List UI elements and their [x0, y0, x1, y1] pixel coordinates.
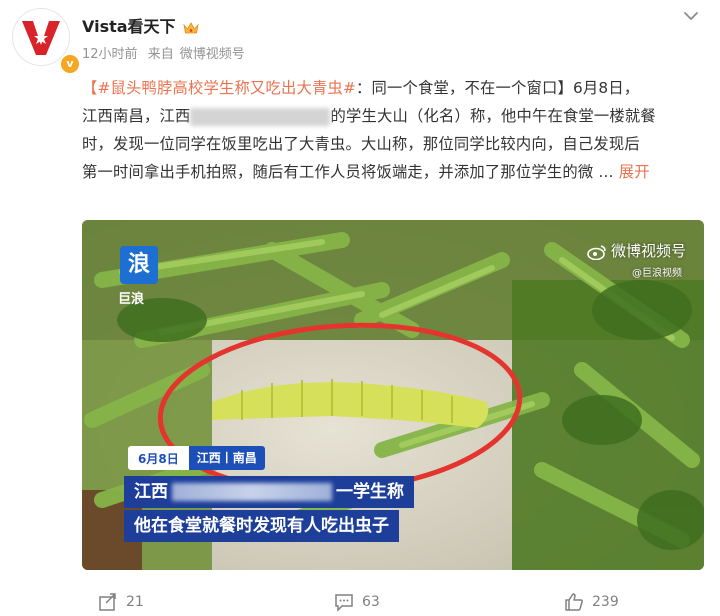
post-line-2: 江西南昌，江西 的学生大山（化名）称，他中午在食堂一楼就餐: [82, 102, 702, 130]
date-location-tag: 6月8日 江西丨南昌: [128, 446, 265, 470]
comment-icon: [335, 594, 353, 612]
share-button[interactable]: 21: [98, 592, 144, 612]
topic-link[interactable]: 【#鼠头鸭脖高校学生称又吃出大青虫#: [82, 79, 356, 97]
avatar[interactable]: v: [12, 8, 81, 75]
logo-char: 浪: [127, 252, 150, 277]
video-caption-1: 江西 一学生称: [124, 476, 414, 508]
video-player[interactable]: 浪 巨浪 微博视频号 @巨浪视频 6月8日 江西丨南昌 江西 一学生称 他在食堂就…: [82, 220, 704, 570]
post-line-2-start: 江西南昌，江西: [82, 107, 191, 125]
post-meta: 12小时前 来自 微博视频号: [82, 43, 251, 62]
post-line-2-end: 的学生大山（化名）称，他中午在食堂一楼就餐: [330, 107, 656, 125]
source-prefix: 来自: [147, 47, 174, 62]
post-source[interactable]: 微博视频号: [180, 47, 245, 62]
username-text[interactable]: Vista看天下: [82, 17, 176, 36]
caption-1-end: 一学生称: [336, 482, 404, 502]
like-button[interactable]: 239: [564, 592, 619, 612]
username[interactable]: Vista看天下: [82, 13, 199, 37]
post-line-1: 【#鼠头鸭脖高校学生称又吃出大青虫#：同一个食堂，不在一个窗口】6月8日，: [82, 74, 702, 102]
post-time: 12小时前: [82, 47, 138, 62]
post-line-3: 时，发现一位同学在饭里吃出了大青虫。大山称，那位同学比较内向，自己发现后: [82, 135, 640, 153]
action-bar: 21 63 239: [0, 592, 720, 616]
post-line-4-text: 第一时间拿出手机拍照，随后有工作人员将饭端走，并添加了那位学生的微 ...: [82, 163, 614, 181]
post-text: 【#鼠头鸭脖高校学生称又吃出大青虫#：同一个食堂，不在一个窗口】6月8日， 江西…: [82, 74, 702, 186]
caption-1-start: 江西: [134, 482, 168, 502]
news-logo-icon: 浪: [120, 246, 158, 284]
video-location: 江西丨南昌: [188, 446, 265, 470]
crown-icon: [183, 21, 199, 33]
video-date: 6月8日: [138, 451, 179, 466]
caption-blur: [172, 483, 332, 501]
weibo-icon: [587, 244, 606, 260]
share-count: 21: [126, 594, 144, 610]
like-count: 239: [592, 594, 619, 610]
comment-count: 63: [362, 594, 380, 610]
watermark-text: 微博视频号: [610, 242, 686, 260]
blurred-text: [190, 107, 331, 126]
share-icon: [99, 593, 116, 611]
watermark: 微博视频号: [587, 240, 686, 261]
logo-text: 巨浪: [118, 292, 145, 307]
comment-button[interactable]: 63: [334, 592, 380, 612]
post-line-1-text: ：同一个食堂，不在一个窗口】6月8日，: [356, 79, 640, 97]
post-line-4: 第一时间拿出手机拍照，随后有工作人员将饭端走，并添加了那位学生的微 ... 展开: [82, 158, 702, 186]
chevron-down-icon[interactable]: [680, 6, 702, 26]
video-caption-2: 他在食堂就餐时发现有人吃出虫子: [124, 510, 399, 542]
thumbs-up-icon: [565, 593, 583, 611]
expand-link[interactable]: 展开: [619, 163, 650, 181]
verified-badge-icon: v: [59, 53, 81, 75]
watermark-sub: @巨浪视频: [632, 268, 682, 279]
